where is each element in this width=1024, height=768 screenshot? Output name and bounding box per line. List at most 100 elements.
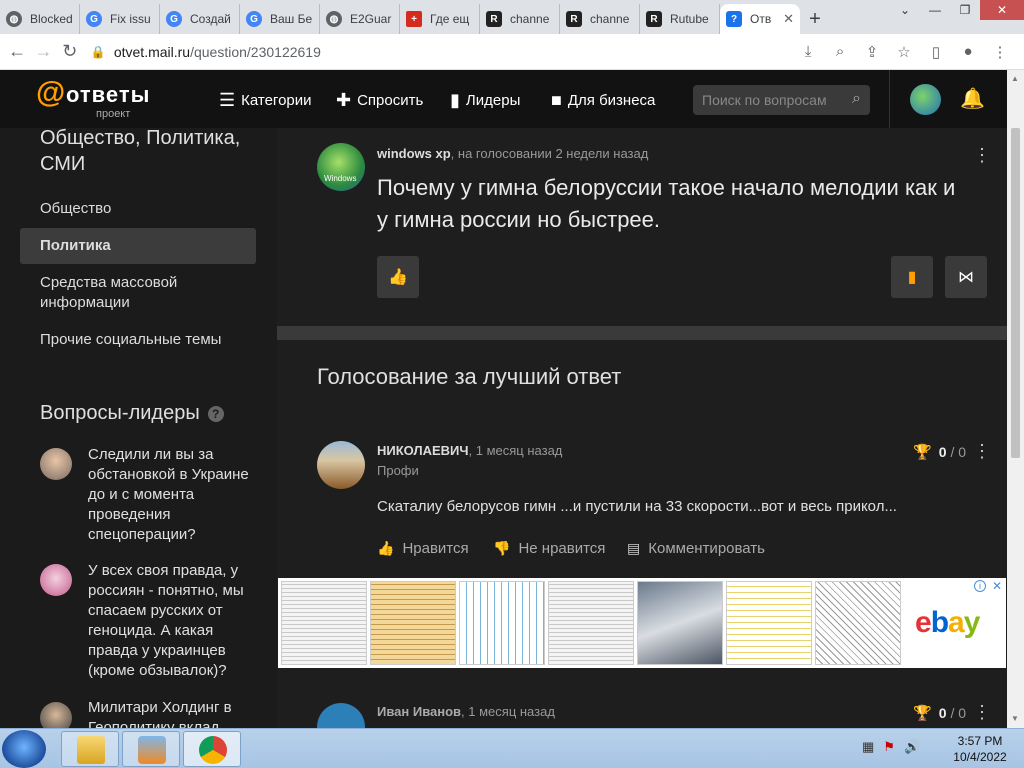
ad-banner[interactable]: ebay i ✕ — [278, 578, 1006, 668]
answer-author-avatar[interactable] — [317, 441, 365, 489]
browser-tab-active[interactable]: ? Отв ✕ — [720, 4, 800, 34]
vote-counter: 🏆 0/ 0 — [913, 443, 967, 461]
author-avatar[interactable]: Windows — [317, 143, 365, 191]
tab-search-icon[interactable]: ⌄ — [890, 0, 920, 20]
ad-product-image[interactable] — [726, 581, 812, 665]
ad-product-image[interactable] — [637, 581, 723, 665]
avatar[interactable] — [40, 564, 72, 596]
browser-tab[interactable]: R Rutube — [640, 4, 720, 34]
new-tab-button[interactable]: + — [800, 4, 830, 34]
start-button[interactable] — [2, 730, 46, 768]
nav-business[interactable]: ■ Для бизнеса — [551, 90, 655, 111]
browser-tab[interactable]: G Создай — [160, 4, 240, 34]
system-clock[interactable]: 3:57 PM 10/4/2022 — [940, 733, 1020, 765]
subcategory-mass-media[interactable]: Средства массовой информации — [40, 273, 240, 313]
at-logo-icon: @ — [36, 76, 66, 109]
flag-icon[interactable]: ⚑ — [883, 739, 895, 755]
user-avatar[interactable] — [910, 84, 941, 115]
folder-icon — [77, 736, 105, 764]
browser-tab[interactable]: + Где ещ — [400, 4, 480, 34]
back-button[interactable]: ← — [4, 41, 30, 62]
search-input[interactable] — [702, 92, 842, 108]
browser-tab[interactable]: Rchanne — [560, 4, 640, 34]
author-name[interactable]: НИКОЛАЕВИЧ — [377, 443, 469, 458]
subcategory-politics[interactable]: Политика — [40, 236, 240, 256]
section-separator — [277, 326, 1007, 340]
ad-product-image[interactable] — [815, 581, 901, 665]
question-title: Почему у гимна белоруссии такое начало м… — [377, 175, 956, 232]
avatar[interactable] — [40, 448, 72, 480]
browser-tab[interactable]: Rchanne — [480, 4, 560, 34]
taskbar-media-player[interactable] — [122, 731, 180, 767]
leader-question-link[interactable]: Следили ли вы за обстановкой в Украине д… — [88, 445, 253, 545]
answer-author-line: НИКОЛАЕВИЧ, 1 месяц назад — [377, 443, 563, 458]
taskbar-explorer[interactable] — [61, 731, 119, 767]
zoom-icon[interactable]: ⌕ — [824, 43, 856, 61]
share-icon: ⋈ — [958, 269, 974, 286]
like-button[interactable]: 👍 — [377, 256, 419, 298]
more-icon[interactable]: ⋮ — [973, 702, 991, 723]
author-name[interactable]: windows xp — [377, 146, 451, 161]
network-icon[interactable]: ▦ — [862, 739, 874, 755]
more-icon[interactable]: ⋮ — [973, 145, 991, 166]
voting-heading: Голосование за лучший ответ — [317, 364, 622, 389]
bookmark-button[interactable]: ▮ — [891, 256, 933, 298]
dislike-action[interactable]: 👎 Не нравится — [493, 540, 605, 557]
trophy-icon[interactable]: 🏆 — [913, 443, 932, 461]
forward-button[interactable]: → — [30, 41, 56, 62]
star-icon[interactable]: ☆ — [888, 43, 920, 61]
browser-tab[interactable]: G Ваш Бе — [240, 4, 320, 34]
leader-question-link[interactable]: Милитари Холдинг в Геополитику вклад — [88, 698, 253, 728]
reload-button[interactable]: ↻ — [57, 41, 83, 62]
share-icon[interactable]: ⇪ — [856, 43, 888, 61]
browser-tab[interactable]: G Fix issu — [80, 4, 160, 34]
browser-tab[interactable]: ◍ Blocked — [0, 4, 80, 34]
bell-icon[interactable]: 🔔 — [960, 86, 985, 111]
help-icon[interactable]: ? — [207, 405, 224, 422]
install-icon[interactable]: ⤓ — [792, 43, 824, 61]
sidepanel-icon[interactable]: ▯ — [920, 43, 952, 61]
close-tab-icon[interactable]: ✕ — [783, 11, 794, 27]
search-box: ⌕ — [693, 85, 870, 115]
nav-ask[interactable]: ✚ Спросить — [336, 90, 423, 111]
scroll-up-icon[interactable]: ▲ — [1011, 74, 1019, 83]
like-action[interactable]: 👍 Нравится — [377, 540, 469, 557]
search-icon[interactable]: ⌕ — [852, 90, 861, 108]
scroll-down-icon[interactable]: ▼ — [1011, 714, 1019, 723]
scrollbar-thumb[interactable] — [1011, 128, 1020, 458]
ad-product-image[interactable] — [548, 581, 634, 665]
subcategory-other-social[interactable]: Прочие социальные темы — [40, 330, 240, 350]
browser-tab[interactable]: ◍ E2Guar — [320, 4, 400, 34]
ad-product-image[interactable] — [370, 581, 456, 665]
bookmark-icon: ▮ — [907, 269, 917, 286]
comment-action[interactable]: ▤ Комментировать — [627, 540, 765, 557]
url-field[interactable]: 🔒 otvet.mail.ru/question/230122619 — [91, 38, 792, 66]
google-icon: G — [86, 11, 102, 27]
ebay-logo[interactable]: ebay — [915, 606, 980, 640]
ad-product-image[interactable] — [281, 581, 367, 665]
page-scrollbar[interactable]: ▲ ▼ — [1007, 70, 1024, 728]
close-window-button[interactable]: ✕ — [980, 0, 1024, 20]
ad-product-image[interactable] — [459, 581, 545, 665]
nav-categories[interactable]: ☰ Категории — [219, 90, 312, 111]
subcategory-society[interactable]: Общество — [40, 199, 240, 219]
bars-icon: ▮ — [450, 90, 460, 110]
restore-button[interactable]: ❐ — [950, 0, 980, 20]
taskbar-chrome[interactable] — [183, 731, 241, 767]
more-icon[interactable]: ⋮ — [973, 441, 991, 462]
share-button[interactable]: ⋈ — [945, 256, 987, 298]
answers-card — [277, 340, 1007, 730]
trophy-icon[interactable]: 🏆 — [913, 704, 932, 722]
nav-leaders[interactable]: ▮ Лидеры — [450, 90, 520, 111]
avatar[interactable] — [40, 702, 72, 728]
profile-icon[interactable]: ● — [952, 43, 984, 61]
minimize-button[interactable]: — — [920, 0, 950, 20]
header-divider — [889, 70, 890, 128]
ad-info-icon[interactable]: i — [974, 580, 986, 592]
thumbs-up-icon: 👍 — [388, 269, 408, 286]
menu-icon[interactable]: ⋮ — [984, 43, 1016, 61]
volume-icon[interactable]: 🔊 — [904, 739, 920, 755]
ad-close-icon[interactable]: ✕ — [992, 579, 1002, 593]
author-name[interactable]: Иван Иванов — [377, 704, 461, 719]
leader-question-link[interactable]: У всех своя правда, у россиян - понятно,… — [88, 561, 253, 681]
